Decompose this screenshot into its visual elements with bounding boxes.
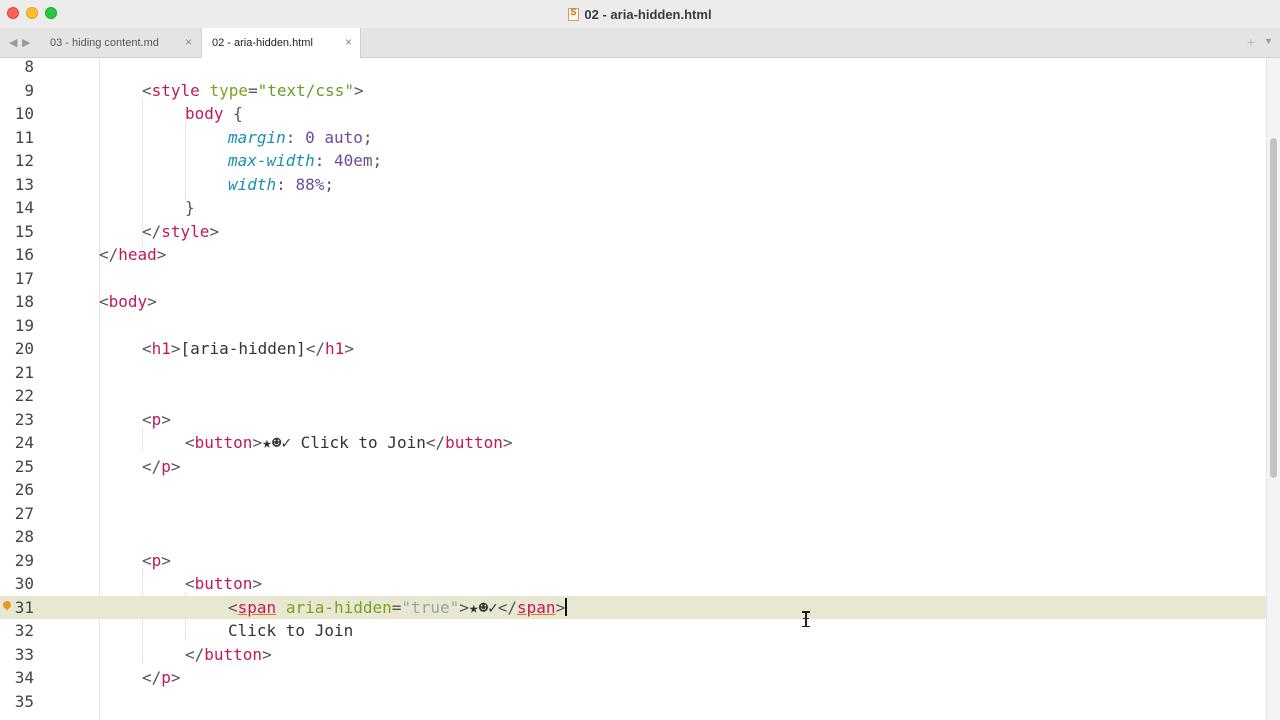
line-number: 15: [14, 221, 34, 241]
tab-close-icon[interactable]: ×: [345, 36, 352, 48]
code-line: 25 </p>: [0, 455, 1266, 479]
code-line: 13 width: 88%;: [0, 173, 1266, 197]
line-number: 30: [14, 574, 34, 593]
line-number: 8: [24, 58, 34, 76]
code-text: </button>: [185, 644, 272, 664]
line-number: 32: [14, 621, 34, 640]
line-number: 17: [14, 268, 34, 288]
tab-menu-icon[interactable]: ▼: [1264, 36, 1273, 46]
code-text: <style type="text/css">: [142, 80, 364, 100]
code-line: 14 }: [0, 196, 1266, 220]
code-text: width: 88%;: [228, 174, 334, 194]
code-line: 23 <p>: [0, 408, 1266, 432]
code-text: <span aria-hidden="true">★☻✓</span>: [228, 597, 567, 617]
code-line: 10 body {: [0, 102, 1266, 126]
code-line: 22: [0, 384, 1266, 408]
code-line: 15 </style>: [0, 220, 1266, 244]
line-number: 22: [14, 386, 34, 405]
code-line: 34 </p>: [0, 666, 1266, 690]
code-editor[interactable]: 8 9 <style type="text/css"> 10 body { 11…: [0, 58, 1266, 720]
code-line: 26: [0, 478, 1266, 502]
line-number: 35: [14, 691, 34, 711]
line-number: 27: [14, 503, 34, 523]
vertical-scrollbar[interactable]: [1266, 58, 1280, 720]
line-number: 33: [14, 644, 34, 664]
tab-label: 02 - aria-hidden.html: [212, 37, 313, 49]
current-line: 31 <span aria-hidden="true">★☻✓</span>: [0, 595, 1266, 619]
code-text: body {: [185, 104, 243, 123]
code-line: 9 <style type="text/css">: [0, 79, 1266, 103]
code-text: <h1>[aria-hidden]</h1>: [142, 339, 354, 358]
code-line: 30 <button>: [0, 572, 1266, 596]
code-line: 19: [0, 314, 1266, 338]
code-line: 16 </head>: [0, 243, 1266, 267]
code-text: <button>: [185, 574, 263, 593]
tab-hiding-content[interactable]: 03 - hiding content.md ×: [40, 28, 200, 58]
line-number: 20: [14, 339, 34, 358]
window-title: 02 - aria-hidden.html: [584, 6, 712, 22]
line-number: 14: [14, 198, 34, 217]
file-icon: [568, 7, 580, 21]
line-number: 31: [14, 597, 34, 617]
code-text: </head>: [99, 245, 167, 264]
code-text: }: [185, 198, 195, 217]
tab-bar: ◀ ▶ 03 - hiding content.md × 02 - aria-h…: [0, 28, 1280, 58]
scrollbar-thumb[interactable]: [1270, 138, 1277, 478]
line-number: 28: [14, 527, 34, 546]
code-line: 18 <body>: [0, 290, 1266, 314]
line-number: 13: [14, 174, 34, 194]
line-number: 16: [14, 245, 34, 264]
code-text: <p>: [142, 409, 171, 429]
code-line: 33 </button>: [0, 643, 1266, 667]
line-number: 12: [14, 151, 34, 170]
code-line: 32 Click to Join: [0, 619, 1266, 643]
code-line: 21: [0, 361, 1266, 385]
line-number: 11: [14, 127, 34, 147]
line-number: 24: [14, 433, 34, 452]
code-text: </p>: [142, 668, 181, 687]
tab-aria-hidden[interactable]: 02 - aria-hidden.html ×: [201, 28, 361, 58]
window-title-area: 02 - aria-hidden.html: [0, 0, 1280, 28]
line-number: 18: [14, 292, 34, 311]
code-text: <body>: [99, 292, 157, 311]
code-line: 17: [0, 267, 1266, 291]
code-text: margin: 0 auto;: [228, 127, 373, 147]
line-number: 21: [14, 362, 34, 382]
code-text: Click to Join: [228, 621, 354, 640]
code-line: 28: [0, 525, 1266, 549]
line-number: 26: [14, 480, 34, 499]
line-number: 25: [14, 456, 34, 476]
tab-close-icon[interactable]: ×: [185, 36, 192, 48]
code-line: 8: [0, 58, 1266, 79]
code-line: 29 <p>: [0, 549, 1266, 573]
code-text: <button>★☻✓ Click to Join</button>: [185, 433, 513, 452]
code-line: 11 margin: 0 auto;: [0, 126, 1266, 150]
new-tab-icon[interactable]: +: [1247, 34, 1255, 50]
line-number: 23: [14, 409, 34, 429]
code-line: 24 <button>★☻✓ Click to Join</button>: [0, 431, 1266, 455]
text-caret: [565, 597, 567, 616]
title-bar: 02 - aria-hidden.html: [0, 0, 1280, 28]
code-text: </p>: [142, 456, 181, 476]
line-number: 19: [14, 315, 34, 335]
code-text: max-width: 40em;: [228, 151, 383, 170]
code-text: <p>: [142, 550, 171, 570]
tab-label: 03 - hiding content.md: [50, 37, 159, 49]
line-number: 34: [14, 668, 34, 687]
code-line: 35: [0, 690, 1266, 714]
ibeam-cursor-icon: [801, 611, 811, 627]
code-line: 27: [0, 502, 1266, 526]
tab-forward-icon[interactable]: ▶: [22, 36, 30, 49]
line-number: 9: [24, 80, 34, 100]
code-text: </style>: [142, 221, 220, 241]
code-line: 20 <h1>[aria-hidden]</h1>: [0, 337, 1266, 361]
tab-back-icon[interactable]: ◀: [9, 36, 17, 49]
line-number: 29: [14, 550, 34, 570]
line-number: 10: [14, 104, 34, 123]
code-line: 12 max-width: 40em;: [0, 149, 1266, 173]
